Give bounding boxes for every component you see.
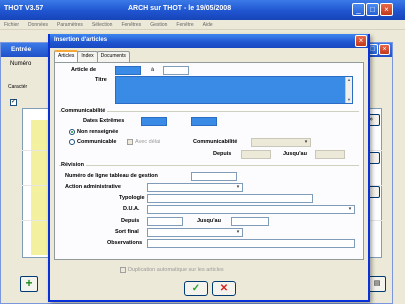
print-button[interactable]: ▤ (368, 276, 386, 292)
cancel-button[interactable]: ✕ (212, 281, 236, 296)
observations-label: Observations (107, 240, 143, 246)
add-icon[interactable]: + (20, 276, 38, 292)
non-renseignee-radio[interactable] (69, 129, 75, 135)
sort-final-select[interactable]: ▾ (147, 228, 243, 237)
articles-panel: Article de à Titre ▲ ▼ Communicabilité D… (54, 62, 364, 260)
menu-item[interactable]: Gestion (150, 20, 167, 29)
checkmark-icon: ✓ (191, 283, 201, 294)
revision-jusqu-au-field[interactable] (231, 217, 269, 226)
chevron-down-icon: ▾ (236, 184, 240, 190)
titre-label: Titre (95, 77, 107, 83)
article-de-label: Article de (71, 67, 97, 73)
dates-extremes-label: Dates Extrêmes (83, 118, 125, 124)
chevron-down-icon: ▾ (304, 139, 308, 145)
communicabilite-select[interactable]: ▾ (251, 138, 311, 147)
numero-ligne-label: Numéro de ligne tableau de gestion (65, 173, 158, 179)
duplication-checkbox[interactable] (120, 267, 126, 273)
scroll-up-icon[interactable]: ▲ (346, 77, 352, 83)
cross-icon: ✕ (219, 283, 229, 294)
close-icon[interactable]: × (380, 3, 393, 16)
article-to-field[interactable] (163, 66, 189, 75)
communicabilite-section-title: Communicabilité (61, 108, 108, 114)
article-to-label: à (151, 67, 155, 73)
dialog-title: Insertion d'articles (50, 34, 368, 48)
insertion-articles-dialog: Insertion d'articles × Articles Index Do… (48, 34, 370, 302)
action-administrative-label: Action administrative (65, 184, 121, 190)
maximize-icon[interactable]: □ (366, 3, 379, 16)
tab-index[interactable]: Index (77, 51, 98, 62)
titre-textarea[interactable]: ▲ ▼ (115, 76, 353, 104)
comm-depuis-field[interactable] (241, 150, 271, 159)
titre-scrollbar[interactable]: ▲ ▼ (345, 77, 352, 103)
dates-extremes-end-field[interactable] (191, 117, 217, 126)
communicable-radio[interactable] (69, 139, 75, 145)
close-icon[interactable]: × (355, 35, 367, 47)
revision-jusqu-au-label: Jusqu'au (197, 218, 221, 224)
scroll-down-icon[interactable]: ▼ (346, 97, 352, 103)
menu-item[interactable]: Aide (203, 20, 213, 29)
avec-delai-label: Avec délai (135, 139, 161, 145)
article-from-field[interactable] (115, 66, 141, 75)
non-renseignee-label: Non renseignée (77, 129, 119, 135)
sort-final-label: Sort final (115, 229, 139, 235)
minimize-icon[interactable]: _ (352, 3, 365, 16)
duplication-label: Duplication automatique sur les articles (128, 267, 224, 273)
comm-depuis-label: Depuis (213, 151, 232, 157)
action-administrative-select[interactable]: ▾ (147, 183, 243, 192)
section-divider (59, 165, 359, 166)
numero-ligne-field[interactable] (191, 172, 237, 181)
typologie-label: Typologie (119, 195, 145, 201)
dates-extremes-start-field[interactable] (141, 117, 167, 126)
ok-button[interactable]: ✓ (184, 281, 208, 296)
tab-articles[interactable]: Articles (54, 50, 79, 62)
comm-jusqu-au-field[interactable] (315, 150, 345, 159)
avec-delai-checkbox[interactable] (127, 139, 133, 145)
menu-item[interactable]: Fenêtre (176, 20, 193, 29)
revision-section-title: Révision (61, 162, 86, 168)
close-icon[interactable]: × (379, 44, 390, 55)
caracteristiques-label: Caractér (8, 84, 28, 90)
revision-depuis-field[interactable] (147, 217, 183, 226)
app-title: THOT V3.57 (4, 5, 44, 12)
dua-select[interactable]: ▾ (147, 205, 355, 214)
tab-strip: Articles Index Documents (54, 50, 130, 62)
communicabilite-label: Communicabilité (193, 139, 238, 145)
app-session-title: ARCH sur THOT - le 19/05/2008 (128, 5, 232, 12)
tab-documents[interactable]: Documents (96, 51, 130, 62)
app-titlebar: THOT V3.57 ARCH sur THOT - le 19/05/2008… (0, 0, 405, 20)
menu-bar: Fichier Données Paramètres Sélection Fen… (0, 20, 405, 30)
typologie-field[interactable] (147, 194, 313, 203)
background-checkbox[interactable]: ✓ (10, 99, 17, 106)
menu-item[interactable]: Sélection (92, 20, 113, 29)
menu-item[interactable]: Données (28, 20, 48, 29)
menu-item[interactable]: Fenêtres (121, 20, 141, 29)
menu-item[interactable]: Paramètres (57, 20, 83, 29)
communicable-label: Communicable (77, 139, 117, 145)
chevron-down-icon: ▾ (236, 229, 240, 235)
comm-jusqu-au-label: Jusqu'au (283, 151, 307, 157)
menu-item[interactable]: Fichier (4, 20, 19, 29)
revision-depuis-label: Depuis (121, 218, 140, 224)
observations-field[interactable] (147, 239, 355, 248)
numero-label: Numéro (10, 61, 32, 67)
chevron-down-icon: ▾ (348, 206, 352, 212)
dua-label: D.U.A. (123, 206, 140, 212)
